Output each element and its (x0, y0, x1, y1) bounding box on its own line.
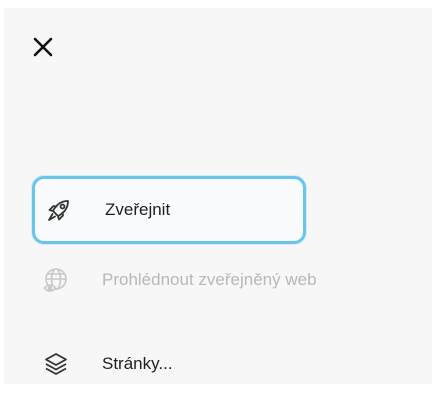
close-icon (33, 37, 53, 57)
layers-icon (42, 350, 70, 378)
close-button[interactable] (32, 36, 54, 58)
globe-eye-icon (42, 266, 70, 294)
publish-label: Zveřejnit (105, 200, 171, 219)
menu-panel: Zveřejnit Prohlédnout zveřejněný web Str… (4, 8, 432, 384)
view-published-web-label: Prohlédnout zveřejněný web (102, 270, 317, 289)
view-published-web-menu-item[interactable]: Prohlédnout zveřejněný web (32, 246, 412, 314)
pages-label: Stránky... (102, 354, 173, 373)
publish-menu-item[interactable]: Zveřejnit (32, 176, 306, 244)
rocket-icon (45, 196, 73, 224)
pages-menu-item[interactable]: Stránky... (32, 330, 332, 398)
